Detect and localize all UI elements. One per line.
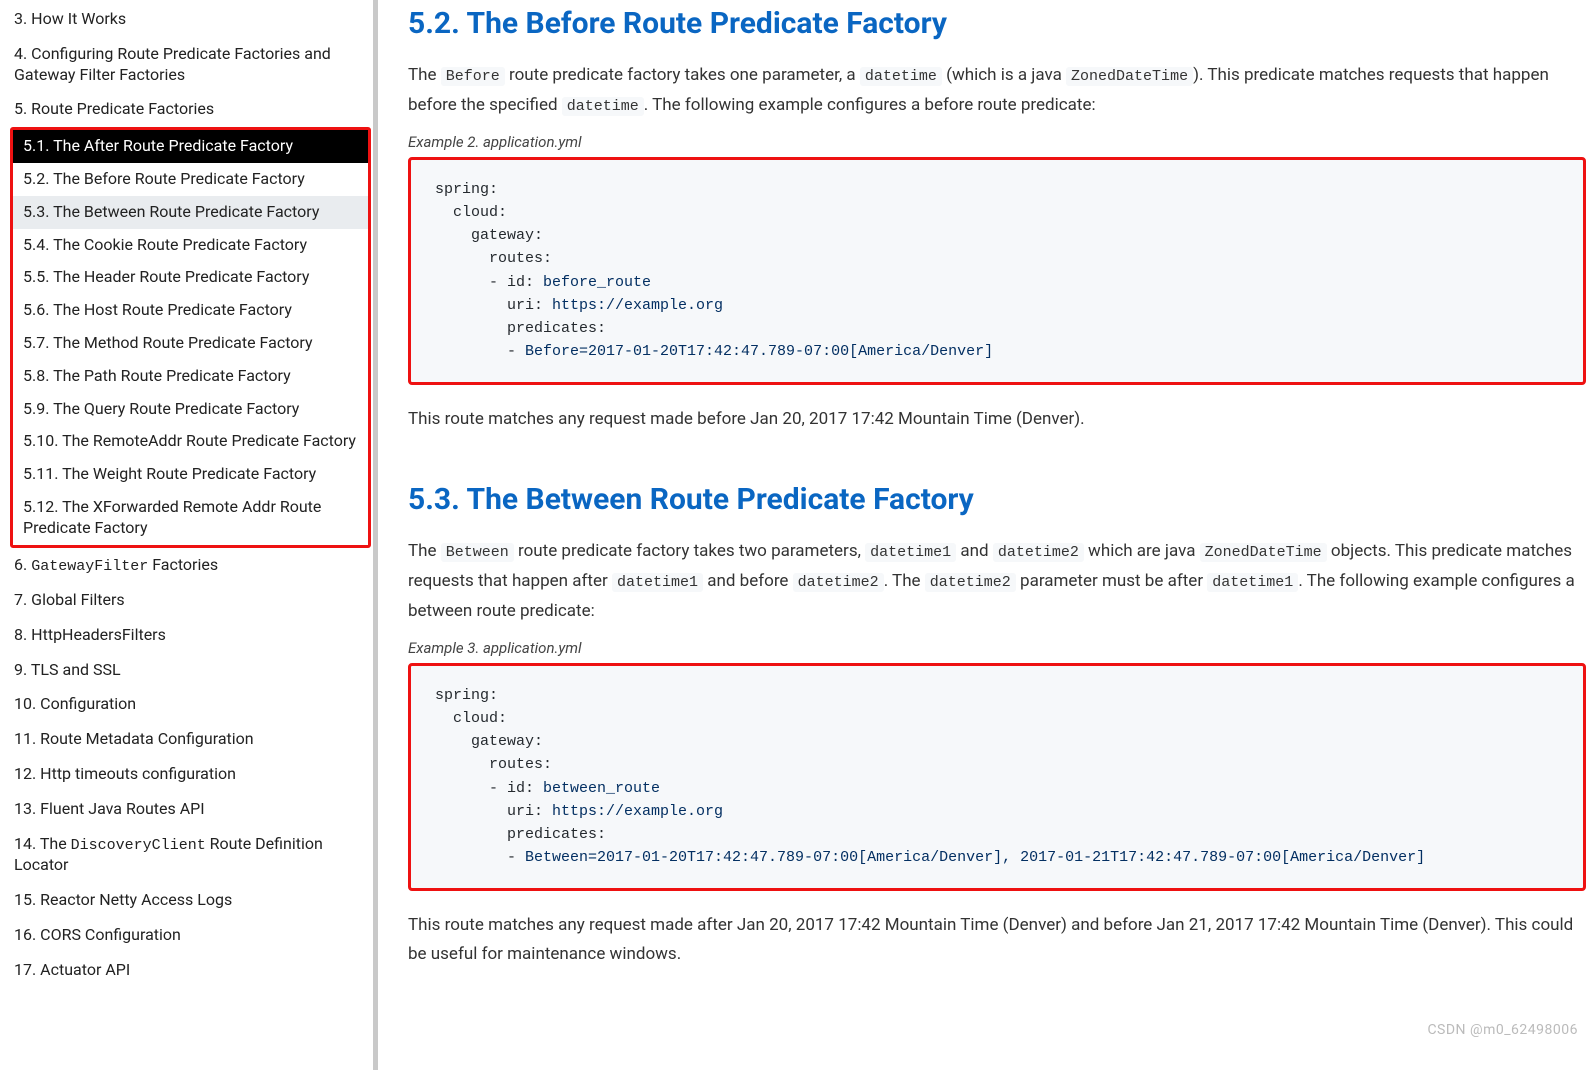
nav-item[interactable]: 7. Global Filters	[0, 583, 373, 618]
nav-item[interactable]: 5. Route Predicate Factories	[0, 92, 373, 127]
nav-label-pre: 6.	[14, 555, 31, 574]
section-5-2-para-2: This route matches any request made befo…	[408, 405, 1586, 435]
nav-item[interactable]: 6. GatewayFilter Factories	[0, 548, 373, 584]
code-literal: Before	[441, 67, 505, 86]
nav-item[interactable]: 4. Configuring Route Predicate Factories…	[0, 37, 373, 93]
nav-item[interactable]: 5.7. The Method Route Predicate Factory	[13, 327, 368, 360]
nav-item[interactable]: 9. TLS and SSL	[0, 653, 373, 688]
section-5-3-link[interactable]: 5.3. The Between Route Predicate Factory	[408, 482, 974, 517]
nav-item-hover[interactable]: 5.3. The Between Route Predicate Factory	[13, 196, 368, 229]
code-literal: ZonedDateTime	[1200, 543, 1327, 562]
nav-label-post: Factories	[148, 555, 218, 574]
nav-item[interactable]: 13. Fluent Java Routes API	[0, 792, 373, 827]
nav-item-selected[interactable]: 5.1. The After Route Predicate Factory	[13, 130, 368, 163]
nav-item[interactable]: 16. CORS Configuration	[0, 918, 373, 953]
section-5-2-link[interactable]: 5.2. The Before Route Predicate Factory	[408, 6, 947, 41]
code-literal: datetime1	[1207, 573, 1298, 592]
nav-item[interactable]: 17. Actuator API	[0, 953, 373, 988]
nav-item[interactable]: 11. Route Metadata Configuration	[0, 722, 373, 757]
nav-label-code: GatewayFilter	[31, 558, 148, 575]
nav-item[interactable]: 5.12. The XForwarded Remote Addr Route P…	[13, 491, 368, 545]
watermark: CSDN @m0_62498006	[1427, 1022, 1578, 1038]
sidebar: 3. How It Works 4. Configuring Route Pre…	[0, 0, 378, 1070]
code-block: spring: cloud: gateway: routes: - id: be…	[435, 684, 1559, 870]
nav-item[interactable]: 5.6. The Host Route Predicate Factory	[13, 294, 368, 327]
code-literal: datetime2	[793, 573, 884, 592]
code-literal: datetime1	[612, 573, 703, 592]
example-2-title: Example 2. application.yml	[408, 133, 1586, 151]
nav-item[interactable]: 5.11. The Weight Route Predicate Factory	[13, 458, 368, 491]
code-literal: ZonedDateTime	[1066, 67, 1193, 86]
nav-item[interactable]: 5.2. The Before Route Predicate Factory	[13, 163, 368, 196]
nav-label-pre: 14. The	[14, 834, 71, 853]
nav-item[interactable]: 10. Configuration	[0, 687, 373, 722]
example-3-title: Example 3. application.yml	[408, 639, 1586, 657]
nav-item[interactable]: 3. How It Works	[0, 2, 373, 37]
code-block: spring: cloud: gateway: routes: - id: be…	[435, 178, 1559, 364]
code-literal: datetime	[562, 97, 644, 116]
main-content: 5.2. The Before Route Predicate Factory …	[378, 0, 1586, 1070]
code-literal: datetime	[860, 67, 942, 86]
section-5-3-para-2: This route matches any request made afte…	[408, 911, 1586, 971]
section-5-2-para-1: The Before route predicate factory takes…	[408, 61, 1586, 121]
example-2-codebox: spring: cloud: gateway: routes: - id: be…	[408, 157, 1586, 385]
nav-item[interactable]: 5.9. The Query Route Predicate Factory	[13, 393, 368, 426]
nav-item[interactable]: 5.8. The Path Route Predicate Factory	[13, 360, 368, 393]
nav-item[interactable]: 15. Reactor Netty Access Logs	[0, 883, 373, 918]
code-literal: datetime1	[865, 543, 956, 562]
section-5-3-para-1: The Between route predicate factory take…	[408, 537, 1586, 626]
nav-item[interactable]: 12. Http timeouts configuration	[0, 757, 373, 792]
example-3-codebox: spring: cloud: gateway: routes: - id: be…	[408, 663, 1586, 891]
code-literal: Between	[441, 543, 514, 562]
nav-label-code: DiscoveryClient	[71, 837, 206, 854]
nav-item[interactable]: 14. The DiscoveryClient Route Definition…	[0, 827, 373, 883]
nav-item[interactable]: 8. HttpHeadersFilters	[0, 618, 373, 653]
section-5-3-heading: 5.3. The Between Route Predicate Factory	[408, 482, 1586, 517]
nav-item[interactable]: 5.4. The Cookie Route Predicate Factory	[13, 229, 368, 262]
nav-item[interactable]: 5.5. The Header Route Predicate Factory	[13, 261, 368, 294]
nav-subsection-5: 5.1. The After Route Predicate Factory 5…	[10, 127, 371, 547]
code-literal: datetime2	[925, 573, 1016, 592]
section-5-2-heading: 5.2. The Before Route Predicate Factory	[408, 6, 1586, 41]
nav-item[interactable]: 5.10. The RemoteAddr Route Predicate Fac…	[13, 425, 368, 458]
code-literal: datetime2	[993, 543, 1084, 562]
